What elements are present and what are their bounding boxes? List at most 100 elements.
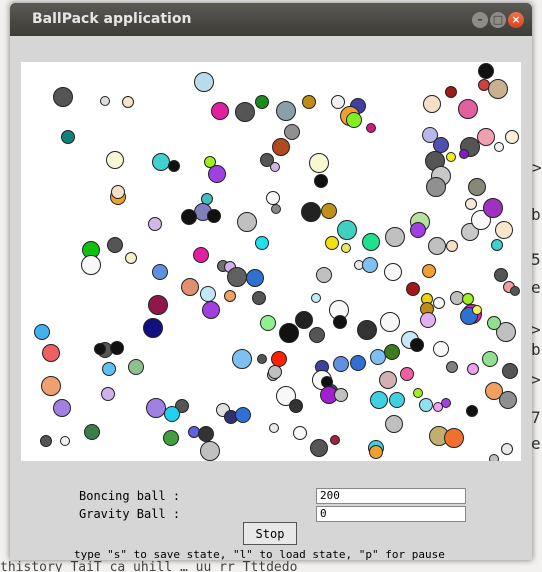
ball-canvas[interactable] (21, 62, 521, 461)
ball (107, 237, 123, 253)
ball (110, 341, 124, 355)
ball (207, 209, 221, 223)
ball (478, 63, 494, 79)
ball (100, 96, 110, 106)
ball (441, 398, 451, 408)
ball (284, 124, 300, 140)
ball (341, 243, 351, 253)
ballpack-window: BallPack application – □ × Boncing ball … (10, 3, 532, 561)
ball (148, 217, 162, 231)
ball (410, 338, 424, 352)
ball (389, 392, 405, 408)
ball (235, 407, 251, 423)
ball (94, 343, 106, 355)
ball (331, 95, 345, 109)
terminal-fragment: > (531, 370, 541, 389)
ball (346, 112, 362, 128)
ball (379, 371, 397, 389)
ball (362, 257, 378, 273)
keyboard-hint: type "s" to save state, "l" to load stat… (74, 548, 445, 561)
ball (152, 153, 170, 171)
ball (211, 102, 229, 120)
ball (255, 236, 269, 250)
ball (459, 149, 469, 159)
ball (148, 295, 168, 315)
ball (257, 354, 267, 364)
ball (472, 305, 482, 315)
ball (271, 204, 281, 214)
terminal-fragment: 5 (531, 250, 541, 269)
ball (489, 454, 499, 461)
ball (426, 177, 446, 197)
ball (102, 362, 116, 376)
ball (309, 327, 325, 343)
window-title: BallPack application (32, 11, 192, 27)
ball (433, 341, 449, 357)
ball (420, 312, 436, 328)
ball (255, 95, 269, 109)
ball (482, 351, 498, 367)
bouncing-ball-input[interactable]: 200 (316, 488, 466, 504)
ball (410, 222, 426, 238)
ball (357, 320, 377, 340)
ball (276, 101, 296, 121)
terminal-bottom-line: thistory TaiT ca uhill … uu rr Tttdedo (0, 560, 298, 572)
stop-button[interactable]: Stop (243, 522, 297, 545)
ball (350, 355, 366, 371)
maximize-icon[interactable]: □ (490, 12, 506, 28)
ball (510, 286, 520, 296)
close-icon[interactable]: × (508, 12, 524, 28)
ball (246, 269, 264, 287)
ball (260, 315, 276, 331)
ball (321, 203, 337, 219)
ball (333, 315, 347, 329)
ball (163, 430, 179, 446)
ball (311, 293, 321, 303)
ball (433, 297, 445, 309)
ball (487, 316, 501, 330)
terminal-fragment: > (531, 320, 541, 339)
ball (310, 439, 328, 457)
ball (152, 264, 168, 280)
ball (400, 367, 414, 381)
ball (101, 387, 115, 401)
ball (406, 282, 420, 296)
ball (366, 123, 376, 133)
minimize-icon[interactable]: – (472, 12, 488, 28)
ball (330, 435, 340, 445)
ball (384, 263, 402, 281)
ball (106, 151, 124, 169)
ball (289, 399, 303, 413)
ball (53, 399, 71, 417)
ball (293, 426, 307, 440)
ball (334, 388, 348, 402)
ball (477, 128, 495, 146)
ball (422, 264, 436, 278)
ball (302, 95, 316, 109)
ball (467, 363, 479, 375)
terminal-fragment: b (531, 340, 541, 359)
terminal-fragment: b (531, 205, 541, 224)
ball (499, 391, 517, 409)
ball (40, 435, 52, 447)
ball (164, 406, 180, 422)
ball (316, 267, 332, 283)
terminal-fragment: e (531, 434, 541, 453)
ball (446, 240, 458, 252)
ball (445, 86, 457, 98)
ball (168, 160, 180, 172)
title-bar[interactable]: BallPack application – □ × (10, 3, 532, 36)
ball (122, 96, 134, 108)
ball (143, 318, 163, 338)
ball (53, 87, 73, 107)
ball (491, 239, 503, 251)
ball (384, 344, 400, 360)
ball (494, 268, 508, 282)
terminal-fragment: e (531, 278, 541, 297)
ball (494, 142, 504, 152)
ball (505, 130, 519, 144)
ball (84, 424, 100, 440)
ball (423, 95, 441, 113)
gravity-ball-input[interactable]: 0 (316, 506, 466, 522)
ball (193, 247, 209, 263)
